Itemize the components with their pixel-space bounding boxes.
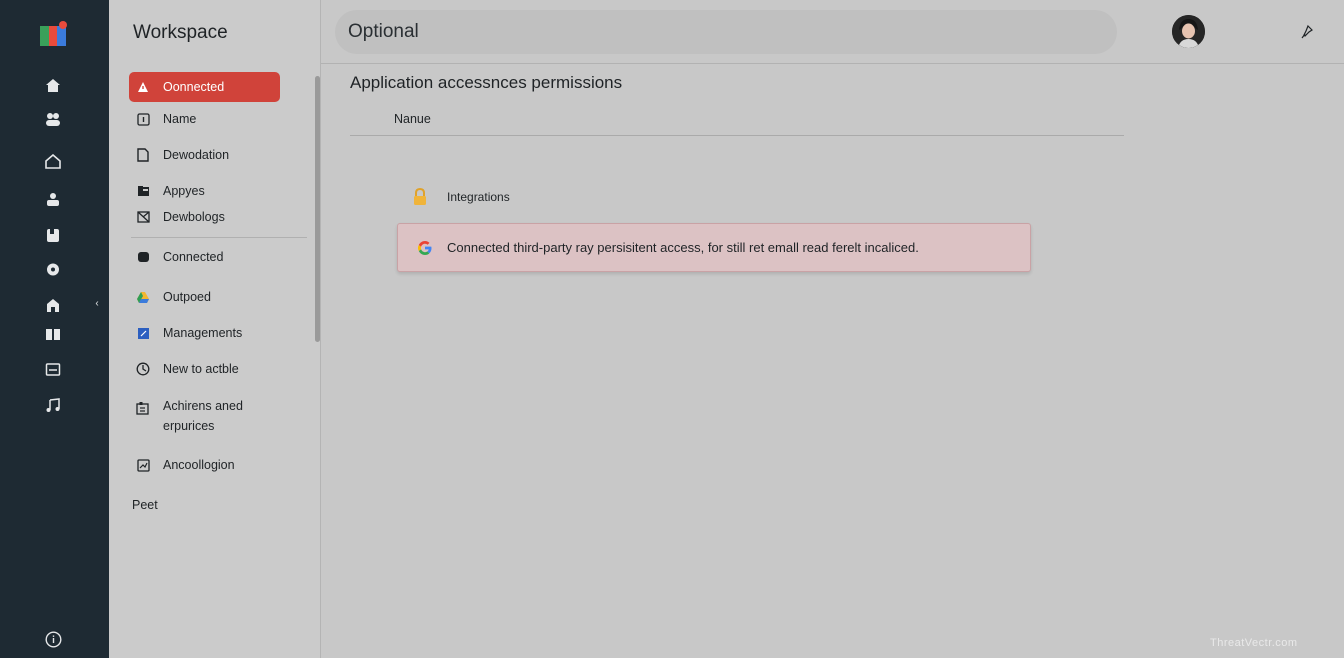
sidebar-divider — [131, 237, 307, 238]
app-logo-icon[interactable] — [38, 20, 68, 48]
avatar[interactable] — [1172, 15, 1205, 48]
google-g-icon — [417, 240, 433, 256]
settings-sidebar: Workspace Oonnected Name Dewodation Appy… — [109, 0, 321, 658]
sidebar-item-label: Ancoollogion — [163, 458, 235, 472]
header-divider — [321, 63, 1344, 64]
clock-icon — [135, 361, 151, 377]
workspace-title: Workspace — [133, 22, 228, 43]
sidebar-item-dewbologs[interactable]: Dewbologs — [129, 202, 279, 232]
bookmark-icon[interactable] — [44, 226, 62, 244]
sidebar-item-label: Outpoed — [163, 290, 211, 304]
sidebar-item-label: Oonnected — [163, 80, 225, 94]
gear-icon[interactable] — [44, 260, 62, 278]
alert-text: Connected third-party ray persisitent ac… — [447, 240, 919, 255]
sidebar-item-label: Achirens aned erpurices — [163, 399, 243, 433]
app-rail: ‹ — [0, 0, 109, 658]
sidebar-item-connected[interactable]: Connected — [129, 242, 279, 272]
lock-icon — [412, 187, 428, 206]
sidebar-item-dewodation[interactable]: Dewodation — [129, 140, 279, 170]
sidebar-item-oonnected[interactable]: Oonnected — [129, 72, 280, 102]
people-icon[interactable] — [44, 110, 62, 128]
tiles-icon[interactable] — [44, 325, 62, 343]
info-box-icon — [135, 111, 151, 127]
sidebar-item-label: Connected — [163, 250, 224, 264]
collapse-rail-icon[interactable]: ‹ — [92, 298, 102, 310]
sidebar-item-new-to-actble[interactable]: New to actble — [129, 354, 279, 384]
image-box-icon — [135, 209, 151, 225]
pin-icon[interactable] — [1300, 24, 1314, 40]
sidebar-item-label: New to actble — [163, 362, 239, 376]
integrations-label: Integrations — [447, 190, 510, 204]
chart-box-icon — [135, 457, 151, 473]
alert-icon — [135, 79, 151, 95]
home-icon[interactable] — [44, 76, 62, 94]
blue-square-icon — [135, 325, 151, 341]
sidebar-item-ancoollogion[interactable]: Ancoollogion — [129, 450, 279, 480]
drive-icon — [135, 289, 151, 305]
page-title: Application accessnces permissions — [350, 73, 623, 92]
building-icon[interactable] — [44, 296, 62, 314]
sidebar-item-label: Managements — [163, 326, 243, 340]
sidebar-item-managements[interactable]: Managements — [129, 318, 279, 348]
house-icon[interactable] — [44, 152, 62, 170]
third-party-access-alert[interactable]: Connected third-party ray persisitent ac… — [397, 223, 1031, 272]
inbox-icon[interactable] — [44, 360, 62, 378]
column-header-divider — [350, 135, 1124, 136]
sidebar-item-label: Dewbologs — [163, 210, 225, 224]
music-icon[interactable] — [44, 396, 62, 414]
folder-icon — [135, 183, 151, 199]
search-input-text: Optional — [348, 21, 419, 42]
document-icon — [135, 147, 151, 163]
chat-icon — [135, 249, 151, 265]
user-group-icon[interactable] — [44, 190, 62, 208]
sidebar-footer-label[interactable]: Peet — [132, 498, 158, 512]
grid-icon — [135, 400, 151, 416]
sidebar-item-achirens-aned-erpurices[interactable]: Achirens aned erpurices — [129, 396, 279, 440]
sidebar-item-label: Name — [163, 112, 197, 126]
column-header-name[interactable]: Nanue — [394, 112, 431, 126]
watermark: ThreatVectr.com — [1210, 637, 1298, 649]
info-icon[interactable] — [44, 630, 62, 648]
sidebar-item-name[interactable]: Name — [129, 104, 279, 134]
integrations-row[interactable]: Integrations — [412, 187, 510, 206]
search-input[interactable]: Optional — [335, 10, 1117, 54]
sidebar-item-label: Dewodation — [163, 148, 230, 162]
sidebar-item-label: Appyes — [163, 184, 205, 198]
sidebar-scrollbar[interactable] — [315, 76, 320, 342]
sidebar-item-outpoed[interactable]: Outpoed — [129, 282, 279, 312]
